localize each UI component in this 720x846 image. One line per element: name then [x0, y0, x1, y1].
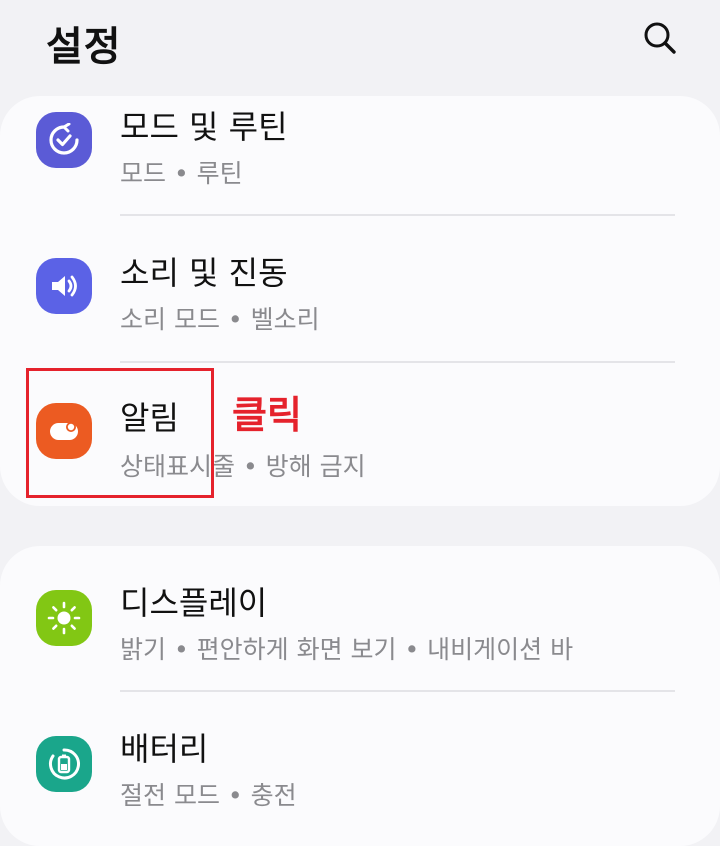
- click-annotation-label: 클릭: [232, 393, 302, 437]
- item-title: 모드 및 루틴: [120, 108, 288, 146]
- display-brightness-icon: [36, 590, 92, 646]
- click-highlight-box: [26, 368, 214, 498]
- item-title: 디스플레이: [120, 584, 268, 622]
- search-button[interactable]: [636, 14, 684, 62]
- modes-routines-icon: [36, 112, 92, 168]
- item-subtitle: 소리 모드 • 벨소리: [120, 305, 320, 334]
- item-subtitle: 밝기 • 편안하게 화면 보기 • 내비게이션 바: [120, 635, 574, 664]
- settings-item-modes-routines[interactable]: 모드 및 루틴 모드 • 루틴: [0, 96, 720, 212]
- settings-item-battery[interactable]: 배터리 절전 모드 • 충전: [0, 692, 720, 816]
- item-title: 소리 및 진동: [120, 254, 288, 292]
- item-subtitle: 모드 • 루틴: [120, 159, 243, 188]
- settings-item-sound-vibration[interactable]: 소리 및 진동 소리 모드 • 벨소리: [0, 216, 720, 362]
- battery-icon: [36, 736, 92, 792]
- page-title: 설정: [46, 24, 122, 70]
- header: 설정: [0, 0, 720, 96]
- search-icon: [644, 22, 676, 54]
- item-title: 배터리: [120, 730, 209, 768]
- sound-icon: [36, 258, 92, 314]
- item-subtitle: 절전 모드 • 충전: [120, 781, 297, 810]
- settings-group-2: 디스플레이 밝기 • 편안하게 화면 보기 • 내비게이션 바 배터리 절전 모…: [0, 546, 720, 846]
- settings-item-display[interactable]: 디스플레이 밝기 • 편안하게 화면 보기 • 내비게이션 바: [0, 546, 720, 690]
